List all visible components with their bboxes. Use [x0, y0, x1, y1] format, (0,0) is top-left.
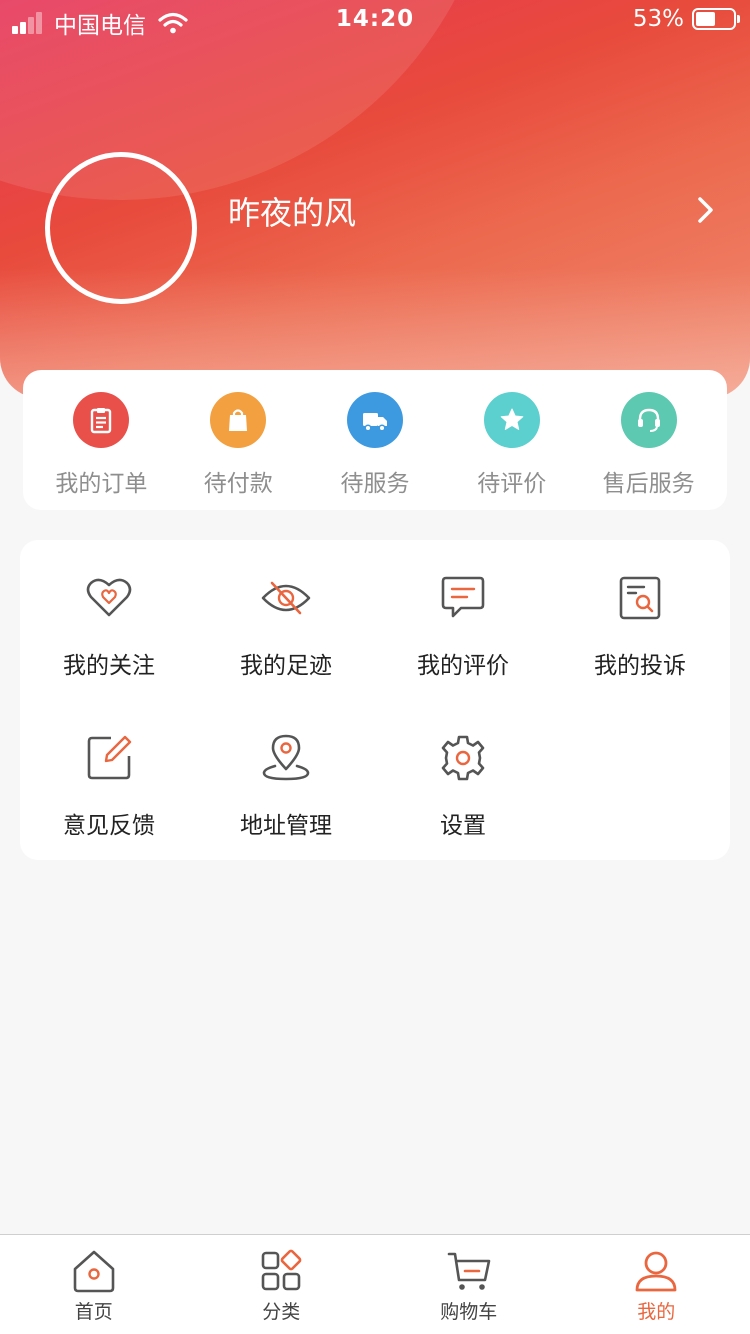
tool-my-footprints[interactable]: 我的足迹 [206, 572, 366, 680]
order-list-icon [73, 392, 130, 448]
order-status-card: 我的订单 待付款 待服务 待评价 售后服务 [23, 370, 727, 510]
chevron-right-icon[interactable] [694, 194, 718, 226]
home-icon [73, 1250, 115, 1293]
tab-label: 首页 [74, 1301, 113, 1323]
status-bar: 中国电信 14:20 53% [0, 0, 750, 40]
tab-home[interactable]: 首页 [0, 1235, 188, 1334]
tool-my-reviews[interactable]: 我的评价 [383, 572, 543, 680]
category-icon [261, 1249, 302, 1291]
tool-label: 我的评价 [417, 653, 509, 679]
tool-label: 我的足迹 [240, 653, 332, 679]
tab-cart[interactable]: 购物车 [375, 1235, 563, 1334]
order-item-label: 待服务 [340, 471, 410, 497]
tool-label: 我的关注 [63, 653, 155, 679]
tab-label: 分类 [262, 1301, 301, 1323]
battery-level [696, 12, 716, 26]
delivery-truck-icon [346, 392, 403, 448]
star-icon [483, 392, 540, 448]
username[interactable]: 昨夜的风 [228, 188, 356, 234]
eye-off-icon [260, 572, 312, 624]
tool-label: 我的投诉 [594, 653, 686, 679]
tool-label: 设置 [440, 813, 486, 839]
tool-my-complaints[interactable]: 我的投诉 [560, 572, 720, 680]
tool-my-follows[interactable]: 我的关注 [29, 572, 189, 680]
order-item-label: 售后服务 [602, 471, 695, 497]
tab-label: 我的 [637, 1301, 676, 1323]
order-item-pending-service[interactable]: 待服务 [310, 370, 440, 498]
shopping-bag-icon [210, 392, 267, 448]
battery-icon [692, 8, 740, 30]
avatar[interactable] [45, 152, 197, 304]
tool-settings[interactable]: 设置 [383, 732, 543, 840]
edit-feedback-icon [83, 732, 135, 784]
tool-label: 意见反馈 [63, 813, 155, 839]
tool-label: 地址管理 [240, 813, 332, 839]
comment-icon [437, 572, 489, 624]
complaint-search-icon [614, 572, 666, 624]
bottom-tab-bar: 首页 分类 购物车 我的 [0, 1234, 750, 1334]
status-right: 53% [632, 6, 740, 32]
tab-label: 购物车 [440, 1301, 498, 1323]
tools-card: 我的关注 我的足迹 我的评价 我的投诉 意见反馈 地址管理 设置 [20, 540, 730, 860]
battery-percent: 53% [632, 6, 684, 32]
order-item-label: 我的订单 [55, 471, 148, 497]
tool-feedback[interactable]: 意见反馈 [29, 732, 189, 840]
tab-mine[interactable]: 我的 [563, 1235, 750, 1334]
cart-icon [447, 1252, 491, 1290]
order-item-pending-review[interactable]: 待评价 [447, 370, 577, 498]
tool-address-management[interactable]: 地址管理 [206, 732, 366, 840]
location-pin-icon [260, 732, 312, 784]
tab-category[interactable]: 分类 [188, 1235, 376, 1334]
gear-icon [437, 732, 489, 784]
order-item-pending-payment[interactable]: 待付款 [173, 370, 303, 498]
user-icon [635, 1251, 677, 1292]
headset-icon [620, 392, 677, 448]
order-item-label: 待付款 [203, 471, 273, 497]
order-item-my-orders[interactable]: 我的订单 [36, 370, 166, 498]
heart-icon [83, 572, 135, 624]
order-item-after-sales[interactable]: 售后服务 [584, 370, 714, 498]
order-item-label: 待评价 [477, 471, 547, 497]
